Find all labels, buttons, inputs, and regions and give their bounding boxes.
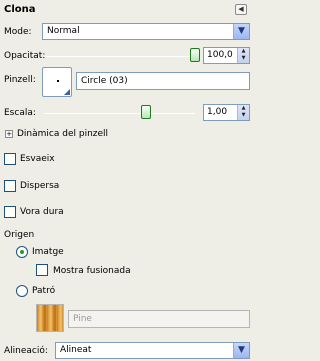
pattern-name-field: Pine (68, 310, 250, 328)
brush-popup-corner-icon (64, 89, 70, 95)
hard-edge-checkbox[interactable] (4, 206, 16, 218)
mode-value: Normal (47, 26, 80, 36)
scale-slider-track[interactable] (44, 113, 195, 114)
sample-merged-checkbox[interactable] (36, 264, 48, 276)
source-pattern-label[interactable]: Patró (32, 286, 55, 296)
opacity-value: 100,0 (207, 50, 233, 60)
panel-menu-button[interactable]: ◀ (235, 4, 247, 15)
sample-merged-label[interactable]: Mostra fusionada (53, 266, 131, 276)
fade-label[interactable]: Esvaeix (20, 154, 55, 164)
spin-arrows-icon[interactable]: ▲ ▼ (237, 48, 249, 63)
spin-arrows-icon[interactable]: ▲ ▼ (237, 105, 249, 120)
scale-slider-handle[interactable] (141, 105, 151, 119)
source-label: Origen (4, 230, 35, 240)
alignment-value: Alineat (60, 345, 92, 355)
mode-label: Mode: (4, 27, 32, 37)
brush-preview-button[interactable] (42, 67, 72, 97)
opacity-slider-track[interactable] (44, 56, 195, 57)
mode-combo[interactable]: Normal ▼ (42, 23, 250, 40)
opacity-spinbox[interactable]: 100,0 ▲ ▼ (203, 47, 250, 64)
brush-label: Pinzell: (4, 75, 36, 85)
brush-dot-icon (57, 80, 59, 82)
panel-title: Clona (4, 4, 36, 15)
brush-name-field[interactable]: Circle (03) (76, 72, 250, 90)
source-pattern-radio[interactable] (16, 285, 28, 297)
pattern-preview[interactable] (36, 304, 64, 332)
fade-checkbox[interactable] (4, 153, 16, 165)
jitter-label[interactable]: Dispersa (20, 181, 59, 191)
alignment-label: Alineació: (4, 346, 48, 356)
alignment-combo[interactable]: Alineat ▼ (55, 342, 250, 359)
source-image-label[interactable]: Imatge (32, 247, 64, 257)
expand-plus-icon[interactable]: + (5, 130, 13, 138)
opacity-label: Opacitat: (4, 51, 46, 61)
brush-dynamics-label[interactable]: Dinàmica del pinzell (17, 129, 108, 139)
scale-value: 1,00 (207, 107, 228, 117)
hard-edge-label[interactable]: Vora dura (20, 207, 64, 217)
chevron-down-icon[interactable]: ▼ (233, 24, 249, 39)
jitter-checkbox[interactable] (4, 180, 16, 192)
source-image-radio[interactable] (16, 246, 28, 258)
scale-spinbox[interactable]: 1,00 ▲ ▼ (203, 104, 250, 121)
chevron-down-icon[interactable]: ▼ (233, 343, 249, 358)
opacity-slider-handle[interactable] (190, 48, 200, 62)
scale-label: Escala: (4, 108, 36, 118)
